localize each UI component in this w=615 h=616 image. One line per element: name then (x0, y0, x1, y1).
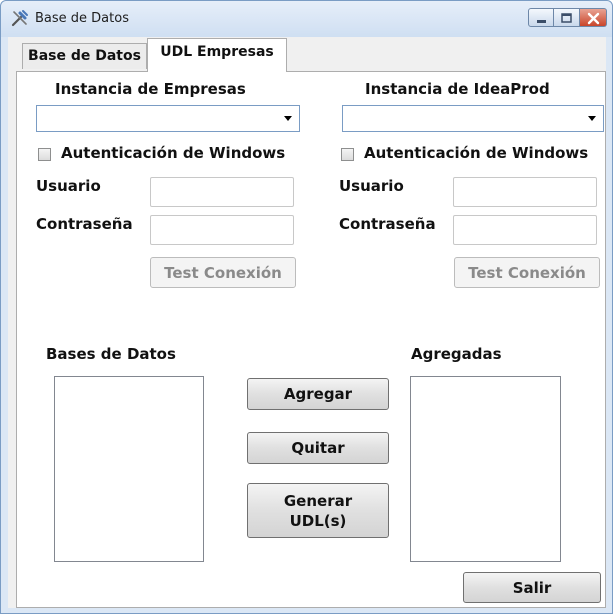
generate-udl-label-line1: Generar (283, 491, 353, 510)
tab-panel-udl-empresas: Instancia de Empresas Autenticación de W… (16, 71, 606, 608)
windows-auth-label-left: Autenticación de Windows (61, 144, 286, 162)
title-bar[interactable]: Base de Datos (1, 1, 612, 37)
generate-udl-button[interactable]: Generar UDL(s) (247, 483, 389, 538)
close-icon (587, 12, 600, 25)
tools-icon (11, 10, 28, 27)
password-input-left[interactable] (150, 215, 294, 245)
instance-empresas-label: Instancia de Empresas (55, 80, 246, 98)
instance-ideaprod-combo[interactable] (342, 105, 604, 132)
app-window: Base de Datos Base de Datos UDL Empresas… (0, 0, 613, 614)
instance-ideaprod-label: Instancia de IdeaProd (365, 80, 550, 98)
windows-auth-checkbox-left[interactable] (38, 148, 51, 161)
window-title: Base de Datos (35, 11, 129, 26)
test-connection-button-right[interactable]: Test Conexión (454, 257, 600, 288)
generate-udl-label-line2: UDL(s) (289, 511, 347, 530)
user-label-left: Usuario (36, 177, 101, 195)
add-button[interactable]: Agregar (247, 378, 389, 410)
tab-udl-empresas[interactable]: UDL Empresas (147, 38, 287, 72)
databases-list[interactable] (54, 376, 204, 562)
close-button[interactable] (580, 8, 607, 27)
windows-auth-label-right: Autenticación de Windows (364, 144, 589, 162)
user-label-right: Usuario (339, 177, 404, 195)
minimize-button[interactable] (528, 8, 554, 27)
minimize-icon (537, 20, 546, 23)
remove-button[interactable]: Quitar (247, 432, 389, 464)
added-list[interactable] (410, 376, 561, 562)
exit-button[interactable]: Salir (463, 572, 601, 603)
user-input-left[interactable] (150, 177, 294, 207)
tab-base-de-datos[interactable]: Base de Datos (22, 43, 147, 69)
tab-strip: Base de Datos UDL Empresas (8, 37, 606, 72)
dropdown-arrow-icon (284, 116, 292, 121)
windows-auth-checkbox-right[interactable] (341, 148, 354, 161)
maximize-button[interactable] (554, 8, 580, 27)
maximize-icon (561, 13, 572, 23)
password-label-left: Contraseña (36, 215, 133, 233)
dropdown-arrow-icon (588, 116, 596, 121)
user-input-right[interactable] (453, 177, 597, 207)
password-label-right: Contraseña (339, 215, 436, 233)
test-connection-button-left[interactable]: Test Conexión (150, 257, 296, 288)
window-client: Base de Datos UDL Empresas Instancia de … (8, 37, 606, 608)
instance-empresas-combo[interactable] (36, 105, 300, 132)
databases-label: Bases de Datos (46, 345, 176, 363)
added-label: Agregadas (411, 345, 502, 363)
password-input-right[interactable] (453, 215, 597, 245)
